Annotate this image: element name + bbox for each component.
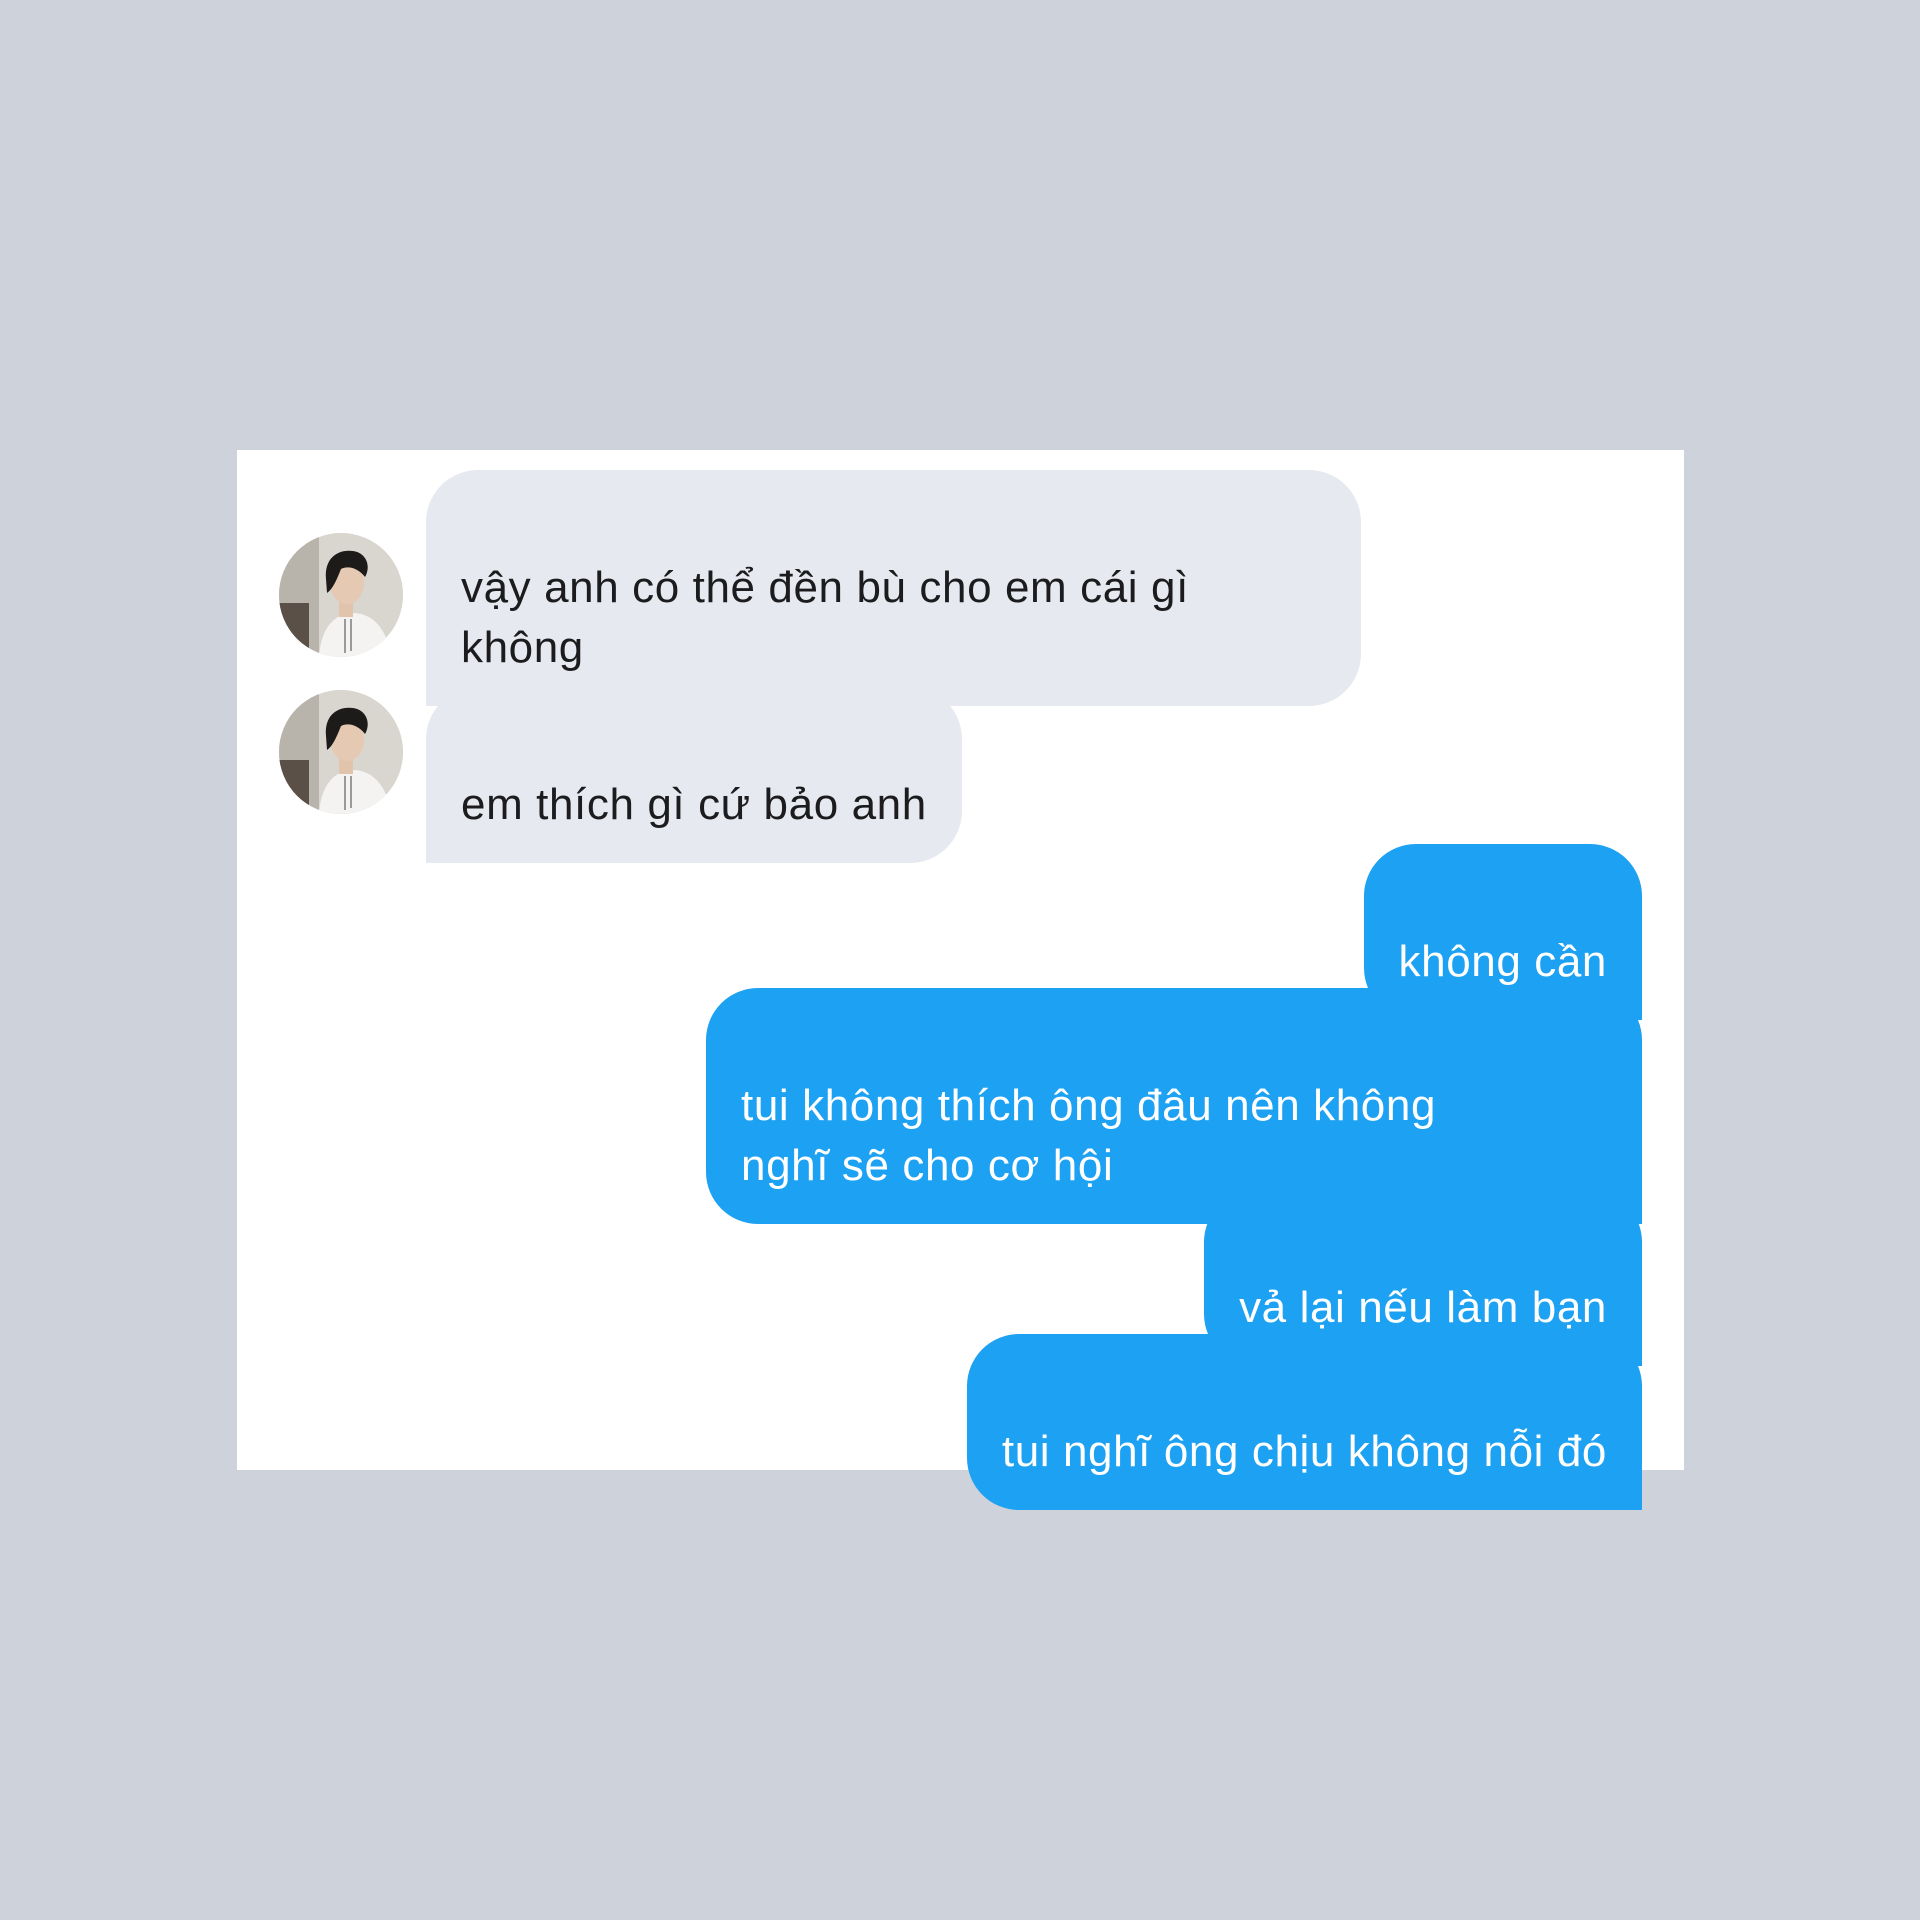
message-text: vậy anh có thể đền bù cho em cái gì khôn… bbox=[461, 563, 1189, 672]
avatar-photo-icon bbox=[279, 690, 403, 814]
avatar-photo-icon bbox=[279, 533, 403, 657]
message-text: không cần bbox=[1398, 937, 1607, 986]
message-bubble-outgoing[interactable]: tui nghĩ ông chịu không nỗi đó bbox=[966, 1334, 1642, 1510]
contact-avatar[interactable] bbox=[279, 690, 403, 814]
message-text: tui nghĩ ông chịu không nỗi đó bbox=[1001, 1427, 1607, 1476]
chat-panel: vậy anh có thể đền bù cho em cái gì khôn… bbox=[237, 450, 1684, 1510]
message-text: em thích gì cứ bảo anh bbox=[461, 780, 927, 829]
message-text: vả lại nếu làm bạn bbox=[1239, 1283, 1607, 1332]
message-bubble-outgoing[interactable]: tui không thích ông đâu nên không nghĩ s… bbox=[706, 988, 1642, 1224]
message-text: tui không thích ông đâu nên không nghĩ s… bbox=[741, 1081, 1437, 1190]
message-bubble-incoming[interactable]: em thích gì cứ bảo anh bbox=[426, 687, 962, 863]
contact-avatar[interactable] bbox=[279, 533, 403, 657]
message-bubble-incoming[interactable]: vậy anh có thể đền bù cho em cái gì khôn… bbox=[426, 470, 1361, 706]
